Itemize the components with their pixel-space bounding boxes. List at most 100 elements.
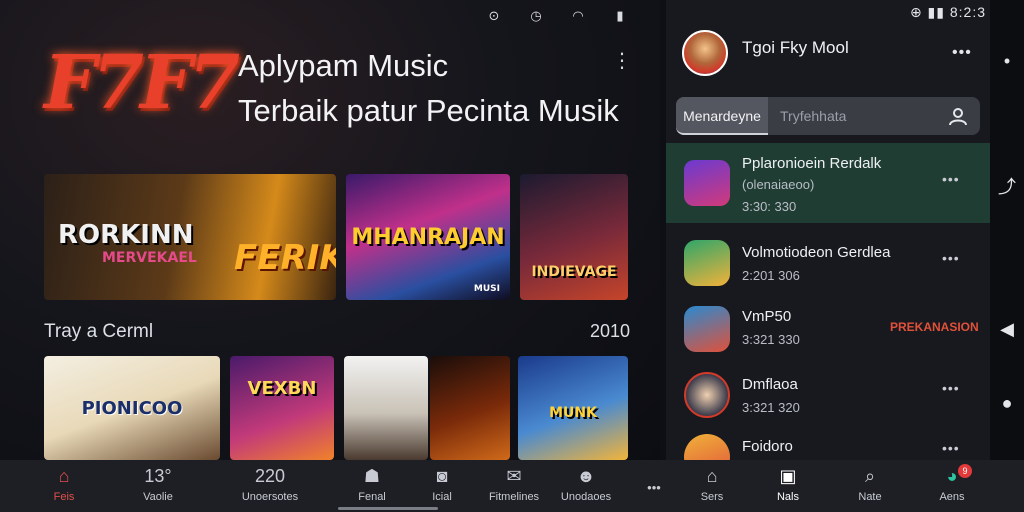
chat-icon[interactable]: ● xyxy=(996,392,1018,414)
nav-label: Unodaoes xyxy=(560,491,612,503)
app-title: Aplypam Music Terbaik patur Pecinta Musi… xyxy=(238,44,619,134)
album-tile-5[interactable]: MUNK xyxy=(518,356,628,460)
nav-label: Fenal xyxy=(358,491,386,503)
list-item-title: Volmotiodeon Gerdlea xyxy=(742,244,891,261)
list-item-thumbnail xyxy=(684,372,730,418)
nav-icon: 220 xyxy=(254,466,286,486)
home-icon: ⌂ xyxy=(58,466,70,486)
nav-label: Unoersotes xyxy=(241,491,299,503)
back-triangle-icon[interactable]: ◀ xyxy=(996,318,1018,340)
group-icon: ☻ xyxy=(576,466,596,486)
featured-card-1-subtitle: MERVEKAEL xyxy=(102,250,197,266)
nav-label: Sers xyxy=(700,491,724,503)
status-bar-right: ⊕ ▮▮ 8:2:3 xyxy=(909,4,986,20)
nav-label: Nate xyxy=(858,491,882,503)
tab-active[interactable]: Menardeyne xyxy=(676,97,768,135)
more-icon[interactable]: ••• xyxy=(942,380,960,396)
sync-icon: ⊙ xyxy=(488,8,500,23)
featured-card-1-overlay: FERIK xyxy=(234,238,336,278)
list-item-subtitle: (olenaiaeoo) xyxy=(742,177,815,192)
nav-label: Icial xyxy=(432,491,452,503)
battery-icon: ▮ xyxy=(616,8,624,23)
featured-card-1-title: RORKINN xyxy=(58,220,194,250)
list-item-title: Pplaronioein Rerdalk xyxy=(742,155,882,172)
nav-label: Vaolie xyxy=(143,491,173,503)
list-item-subtitle: 3:321 320 xyxy=(742,400,800,415)
more-options-icon[interactable]: ⋮ xyxy=(612,48,632,74)
nav-item-2[interactable]: 13° Vaolie xyxy=(122,464,194,503)
featured-card-3-title: INDIEVAGE xyxy=(531,264,617,280)
tab-inactive[interactable]: Tryfehhata xyxy=(780,97,846,135)
list-item[interactable]: Dmflaoa 3:321 320 ••• xyxy=(666,370,990,422)
nav-label: Aens xyxy=(939,491,965,503)
clock-icon: ◷ xyxy=(530,8,542,23)
nav-item-6[interactable]: ✉ Fitmelines xyxy=(478,464,550,503)
more-icon[interactable]: ••• xyxy=(942,440,960,456)
edge-panel: • ⤴ ◀ ● xyxy=(990,0,1024,460)
mail-icon: ✉ xyxy=(506,466,522,486)
nav-icon: ☗ xyxy=(363,466,381,486)
list-item-subtitle: 2:201 306 xyxy=(742,268,800,283)
album-tile-3[interactable] xyxy=(344,356,428,460)
nav-icon: ◙ xyxy=(436,466,448,486)
list-item-subtitle: 3:321 330 xyxy=(742,332,800,347)
home-indicator[interactable] xyxy=(338,507,438,510)
side-panel: ⊕ ▮▮ 8:2:3 Tgoi Fky Mool ••• Menardeyne … xyxy=(666,0,990,460)
list-item-meta: 3:30: 330 xyxy=(742,199,797,214)
featured-card-2[interactable]: MHANRAJAN MUSI xyxy=(346,174,510,300)
list-item[interactable]: VmP50 3:321 330 PREKANASION xyxy=(666,300,990,362)
album-tile-5-title: MUNK xyxy=(549,405,597,421)
share-icon[interactable]: ⤴ xyxy=(996,176,1018,198)
notification-badge: 9 xyxy=(958,464,972,478)
album-tile-2[interactable]: VEXBN xyxy=(230,356,334,460)
nav-label: Fitmelines xyxy=(488,491,540,503)
app-title-line2: Terbaik patur Pecinta Musik xyxy=(238,92,619,128)
app-logo: F7F7 xyxy=(44,40,240,126)
list-item-badge: PREKANASION xyxy=(890,320,979,334)
nav-item-9[interactable]: ⌂ Sers xyxy=(676,464,748,503)
list-item-title: Dmflaoa xyxy=(742,376,798,393)
album-tile-4[interactable] xyxy=(430,356,510,460)
list-item-thumbnail xyxy=(684,240,730,286)
library-icon: ▣ xyxy=(779,466,797,486)
wifi-icon: ◠ xyxy=(572,8,584,23)
album-tile-1-title: PIONICOO xyxy=(81,397,183,419)
more-icon[interactable]: ••• xyxy=(942,171,960,187)
list-item-thumbnail xyxy=(684,160,730,206)
featured-card-2-tag: MUSI xyxy=(473,284,500,294)
album-tile-2-title: VEXBN xyxy=(247,377,317,399)
nav-item-11[interactable]: ⌕ Nate xyxy=(834,464,906,503)
list-item-thumbnail xyxy=(684,306,730,352)
status-icons-left: ⊙ ◷ ◠ ▮ xyxy=(484,6,630,26)
profile-avatar[interactable] xyxy=(682,30,728,76)
more-icon[interactable]: ••• xyxy=(942,250,960,266)
list-item-title: VmP50 xyxy=(742,308,792,325)
list-item[interactable]: Volmotiodeon Gerdlea 2:201 306 ••• xyxy=(666,232,990,296)
nav-item-home[interactable]: ⌂ Feis xyxy=(28,464,100,503)
nav-item-5[interactable]: ◙ Icial xyxy=(406,464,478,503)
section-count: 2010 xyxy=(590,321,631,341)
nav-item-4[interactable]: ☗ Fenal xyxy=(336,464,408,503)
nav-item-10[interactable]: ▣ Nals xyxy=(752,464,824,503)
list-item[interactable]: Pplaronioein Rerdalk (olenaiaeoo) 3:30: … xyxy=(666,143,990,223)
nav-item-3[interactable]: 220 Unoersotes xyxy=(234,464,306,503)
nav-item-7[interactable]: ☻ Unodaoes xyxy=(550,464,622,503)
app-title-line1: Aplypam Music xyxy=(238,48,449,83)
nav-icon: 13° xyxy=(144,466,172,486)
nav-label: Feis xyxy=(53,491,75,503)
tab-bar: Menardeyne Tryfehhata xyxy=(676,97,980,135)
user-icon[interactable] xyxy=(948,106,968,126)
list-item[interactable]: Foidoro ••• xyxy=(666,432,990,460)
profile-name: Tgoi Fky Mool xyxy=(742,38,849,57)
featured-card-2-title: MHANRAJAN xyxy=(351,224,505,250)
profile-more-icon[interactable]: ••• xyxy=(952,44,972,62)
search-icon: ⌕ xyxy=(864,466,876,486)
featured-card-1[interactable]: RORKINN MERVEKAEL FERIK xyxy=(44,174,336,300)
bottom-nav: ⌂ Feis 13° Vaolie 220 Unoersotes ☗ Fenal… xyxy=(0,460,1024,512)
album-tile-1[interactable]: PIONICOO xyxy=(44,356,220,460)
dot-icon: • xyxy=(1003,51,1011,71)
nav-item-12[interactable]: ◕ 9 Aens xyxy=(916,464,988,503)
featured-card-3[interactable]: INDIEVAGE xyxy=(520,174,628,300)
list-item-thumbnail xyxy=(684,434,730,460)
section-title: Tray a Cerml xyxy=(44,321,154,342)
